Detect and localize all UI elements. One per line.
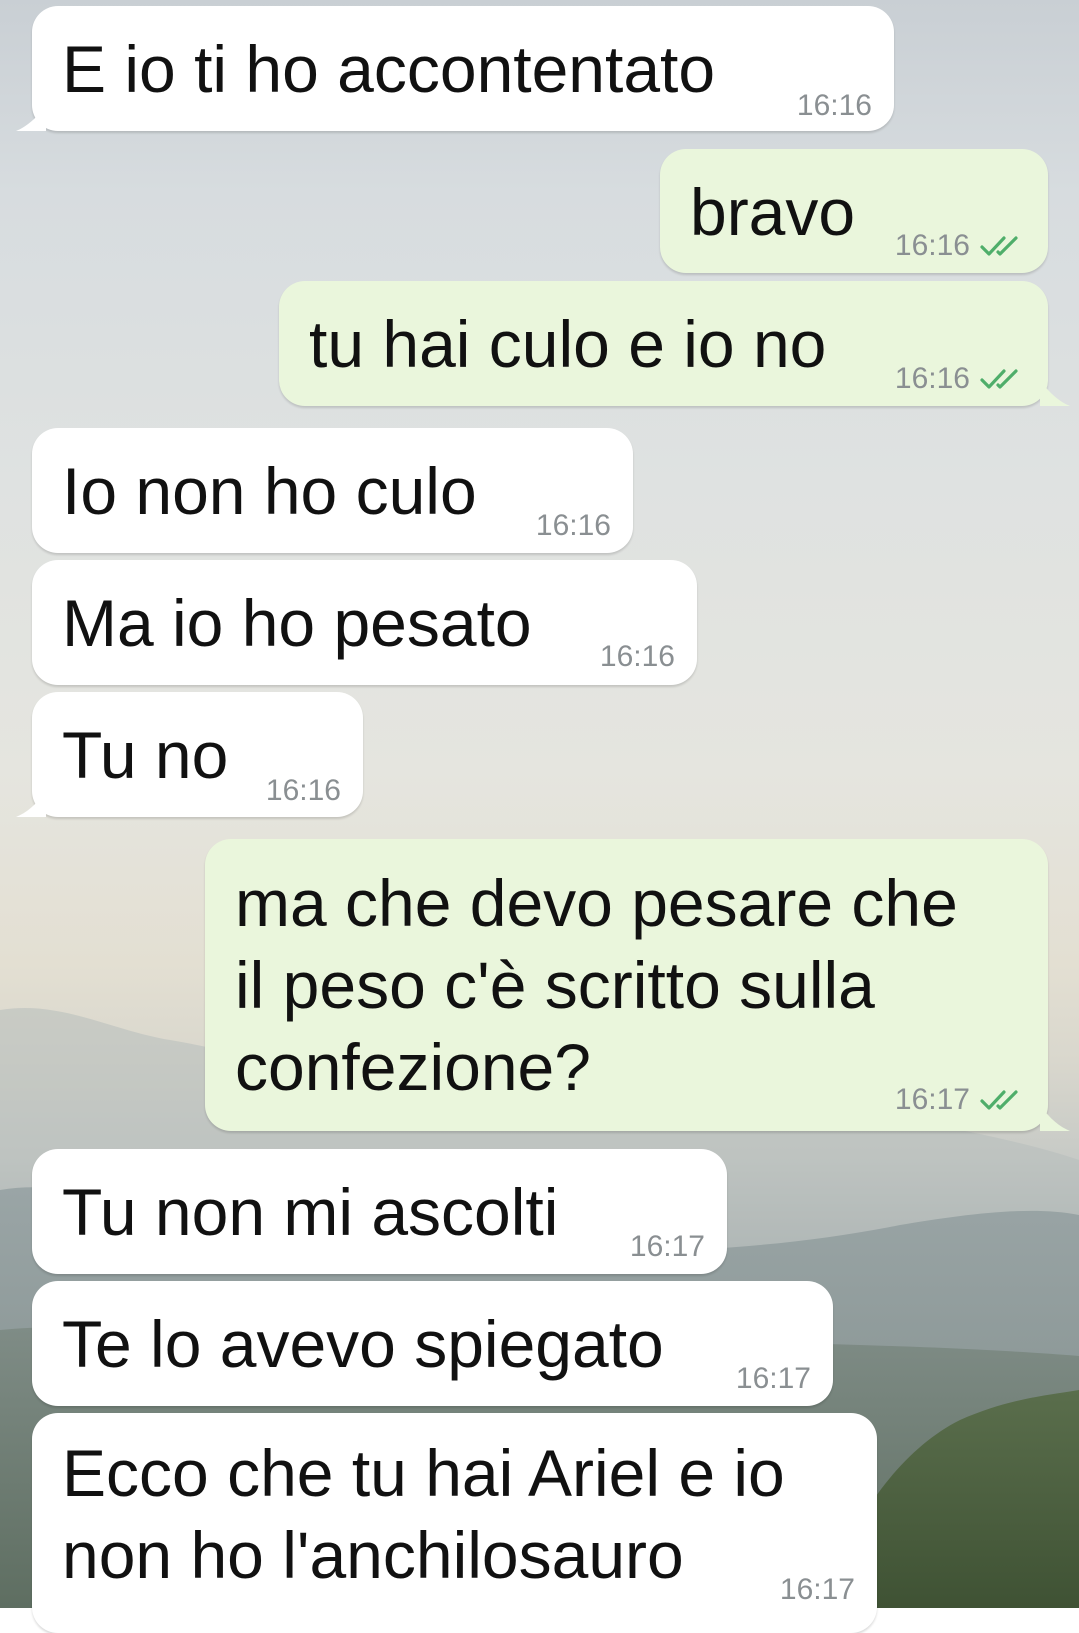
message-time: 16:16 bbox=[599, 640, 675, 673]
message-bubble-outgoing[interactable]: ma che devo pesare che il peso c'è scrit… bbox=[205, 839, 1048, 1131]
message-bubble-incoming[interactable]: Ecco che tu hai Ariel e io non ho l'anch… bbox=[32, 1413, 877, 1633]
message-text: Tu non mi ascolti bbox=[62, 1175, 559, 1249]
message-text-line: non ho l'anchilosauro bbox=[62, 1518, 684, 1592]
message-text-line: Ecco che tu hai Ariel e io bbox=[62, 1436, 785, 1510]
message-text: Ma io ho pesato bbox=[62, 586, 532, 660]
double-check-icon bbox=[980, 1090, 1018, 1110]
message-text: Tu no bbox=[62, 718, 229, 792]
message-time: 16:17 bbox=[895, 1083, 1026, 1117]
message-text: E io ti ho accontentato bbox=[62, 32, 716, 106]
message-time: 16:16 bbox=[265, 774, 341, 807]
message-time: 16:16 bbox=[535, 509, 611, 542]
message-bubble-outgoing[interactable]: tu hai culo e io no 16:16 bbox=[279, 281, 1048, 406]
message-text-line: confezione? bbox=[235, 1030, 591, 1104]
bubble-tail bbox=[1040, 380, 1070, 406]
bubble-tail bbox=[16, 105, 46, 131]
message-time: 16:17 bbox=[735, 1362, 811, 1395]
message-text: bravo bbox=[690, 175, 856, 249]
bubble-tail bbox=[1040, 1105, 1070, 1131]
message-bubble-incoming[interactable]: E io ti ho accontentato 16:16 bbox=[32, 6, 894, 131]
message-text-line: il peso c'è scritto sulla bbox=[235, 948, 875, 1022]
message-time: 16:17 bbox=[779, 1573, 855, 1606]
message-time: 16:16 bbox=[895, 362, 1026, 396]
message-time: 16:17 bbox=[629, 1230, 705, 1263]
message-text-line: ma che devo pesare che bbox=[235, 866, 958, 940]
message-bubble-incoming[interactable]: Te lo avevo spiegato 16:17 bbox=[32, 1281, 833, 1406]
double-check-icon bbox=[980, 369, 1018, 389]
message-text: tu hai culo e io no bbox=[309, 307, 827, 381]
message-bubble-incoming[interactable]: Ma io ho pesato 16:16 bbox=[32, 560, 697, 685]
message-bubble-incoming[interactable]: Tu non mi ascolti 16:17 bbox=[32, 1149, 727, 1274]
message-bubble-incoming[interactable]: Io non ho culo 16:16 bbox=[32, 428, 633, 553]
bubble-tail bbox=[16, 791, 46, 817]
message-bubble-outgoing[interactable]: bravo 16:16 bbox=[660, 149, 1048, 273]
message-time: 16:16 bbox=[895, 229, 1026, 263]
message-time: 16:16 bbox=[796, 89, 872, 122]
double-check-icon bbox=[980, 236, 1018, 256]
message-text: Te lo avevo spiegato bbox=[62, 1307, 664, 1381]
message-text: Io non ho culo bbox=[62, 454, 477, 528]
message-bubble-incoming[interactable]: Tu no 16:16 bbox=[32, 692, 363, 817]
